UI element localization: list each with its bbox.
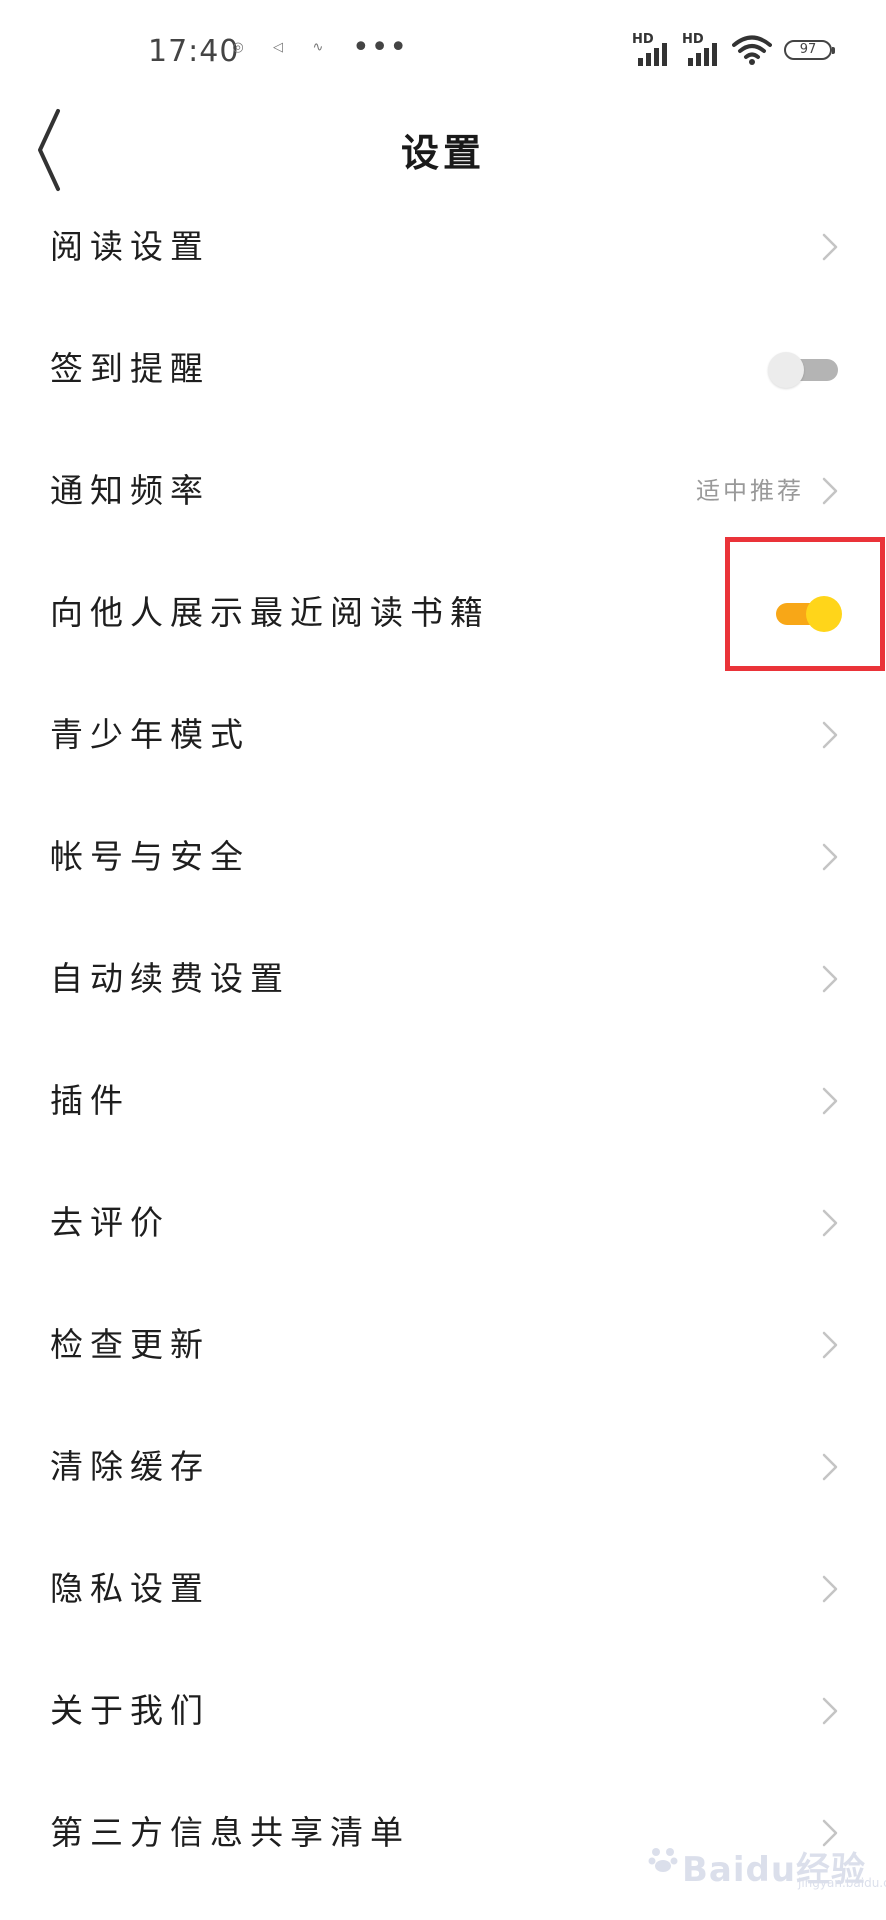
- chevron-right-icon: [822, 1697, 838, 1725]
- settings-item-label: 向他人展示最近阅读书籍: [50, 593, 490, 632]
- chevron-right-icon: [822, 843, 838, 871]
- battery-icon: 97: [784, 40, 835, 60]
- chevron-right-icon: [822, 1453, 838, 1481]
- link-icon: ∿: [312, 40, 324, 55]
- chevron-right-icon: [822, 233, 838, 261]
- chevron-right-icon: [822, 1087, 838, 1115]
- settings-item-label: 隐私设置: [50, 1569, 210, 1608]
- checkin-reminder-toggle[interactable]: [768, 351, 842, 388]
- annotation-highlight-box: [725, 537, 885, 671]
- cell-signal-icon-2: HD: [682, 32, 726, 66]
- settings-item-label: 关于我们: [50, 1691, 210, 1730]
- toggle-knob: [768, 352, 804, 388]
- settings-item-plugins[interactable]: 插件: [0, 1040, 886, 1162]
- wifi-icon: [732, 35, 772, 65]
- settings-item-label: 通知频率: [50, 471, 210, 510]
- chevron-right-icon: [822, 1331, 838, 1359]
- settings-item-label: 青少年模式: [50, 715, 250, 754]
- settings-item-teen-mode[interactable]: 青少年模式: [0, 674, 886, 796]
- settings-item-label: 自动续费设置: [50, 959, 290, 998]
- page-title: 设置: [400, 131, 485, 175]
- chevron-right-icon: [822, 721, 838, 749]
- settings-item-account-security[interactable]: 帐号与安全: [0, 796, 886, 918]
- chevron-right-icon: [822, 1575, 838, 1603]
- settings-item-checkin-reminder[interactable]: 签到提醒: [0, 308, 886, 430]
- settings-item-rate[interactable]: 去评价: [0, 1162, 886, 1284]
- settings-item-about[interactable]: 关于我们: [0, 1650, 886, 1772]
- status-bar: 17:40 ◎ ◁ ∿ ••• HD HD 97: [0, 0, 886, 100]
- settings-item-label: 第三方信息共享清单: [50, 1813, 410, 1852]
- status-time: 17:40: [148, 34, 240, 69]
- watermark-url: jingyan.baidu.com: [798, 1876, 886, 1890]
- settings-item-label: 阅读设置: [50, 227, 210, 266]
- settings-item-clear-cache[interactable]: 清除缓存: [0, 1406, 886, 1528]
- settings-item-notification-frequency[interactable]: 通知频率 适中推荐: [0, 430, 886, 552]
- app-header: 设置: [0, 100, 886, 200]
- chevron-right-icon: [822, 965, 838, 993]
- chevron-right-icon: [822, 477, 838, 505]
- more-notifications-icon: •••: [352, 30, 409, 65]
- settings-item-label: 签到提醒: [50, 349, 210, 388]
- notification-icon: ◎: [232, 40, 244, 55]
- settings-item-label: 清除缓存: [50, 1447, 210, 1486]
- chevron-right-icon: [822, 1209, 838, 1237]
- settings-item-auto-renewal[interactable]: 自动续费设置: [0, 918, 886, 1040]
- notification-frequency-value: 适中推荐: [696, 477, 804, 505]
- baidu-watermark: Baidu经验 jingyan.baidu.com: [648, 1832, 886, 1892]
- settings-item-label: 检查更新: [50, 1325, 210, 1364]
- settings-item-label: 帐号与安全: [50, 837, 250, 876]
- settings-item-check-update[interactable]: 检查更新: [0, 1284, 886, 1406]
- settings-item-reading[interactable]: 阅读设置: [0, 186, 886, 308]
- settings-item-privacy[interactable]: 隐私设置: [0, 1528, 886, 1650]
- mute-icon: ◁: [273, 40, 283, 55]
- paw-logo-icon: [648, 1848, 678, 1872]
- settings-list: 阅读设置 签到提醒 通知频率 适中推荐 向他人展示最近阅读书籍 青少年模式 帐号…: [0, 186, 886, 1894]
- settings-item-label: 插件: [50, 1081, 130, 1120]
- settings-item-label: 去评价: [50, 1203, 170, 1242]
- cell-signal-icon: HD: [632, 32, 676, 66]
